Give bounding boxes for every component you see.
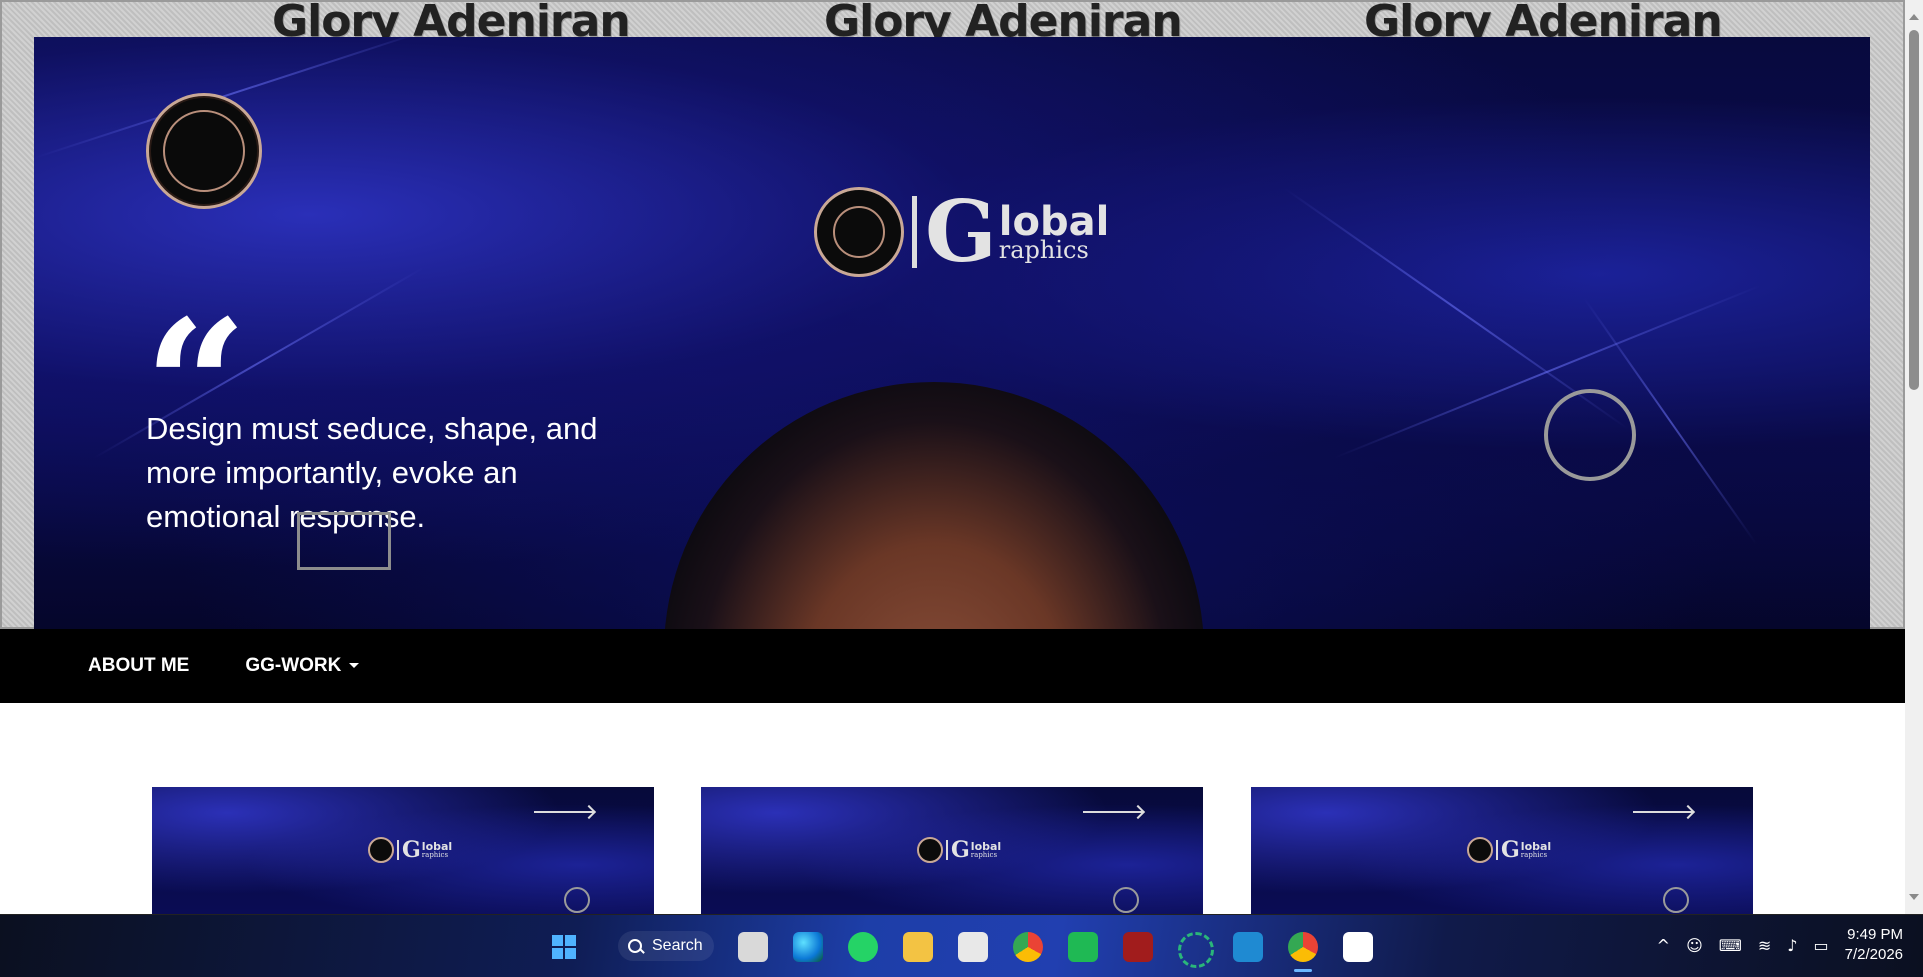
card-brand-bottom: raphics: [1520, 851, 1548, 859]
keyboard-icon[interactable]: ⌨: [1719, 936, 1742, 955]
wifi-icon[interactable]: ≋: [1758, 936, 1771, 955]
arrow-right-icon: [534, 811, 594, 813]
logo-avatar[interactable]: [146, 93, 262, 209]
chrome-profile-icon[interactable]: [1288, 932, 1318, 962]
system-tray: ^ ☺ ⌨ ≋ ♪ ▭ 9:49 PM 7/2/2026: [1657, 925, 1903, 965]
whatsapp-icon[interactable]: [848, 932, 878, 962]
nav-gg-work-label: GG-WORK: [245, 655, 342, 676]
search-icon: [628, 939, 642, 953]
windows-taskbar: Search ^ ☺ ⌨ ≋ ♪ ▭ 9:49 PM 7/2/2026: [0, 914, 1923, 977]
clock-time: 9:49 PM: [1847, 926, 1903, 943]
brand-word-bottom: raphics: [998, 236, 1089, 264]
screen-recorder-icon[interactable]: [1178, 932, 1214, 968]
work-card[interactable]: G lobal raphics: [701, 787, 1203, 914]
brand-letter: G: [925, 182, 997, 281]
card-brand-bottom: raphics: [421, 851, 449, 859]
microsoft-store-icon[interactable]: [958, 932, 988, 962]
clock-date: 7/2/2026: [1844, 946, 1903, 963]
arrow-right-icon: [1633, 811, 1693, 813]
work-card[interactable]: G lobal raphics: [1251, 787, 1753, 914]
card-brand-letter: G: [402, 837, 421, 863]
chrome-icon[interactable]: [1013, 932, 1043, 962]
clock[interactable]: 9:49 PM 7/2/2026: [1845, 925, 1903, 965]
portrait-image: [664, 382, 1204, 629]
global-graphics-logo: G lobal raphics: [814, 187, 1109, 277]
app-a-icon[interactable]: [1343, 932, 1373, 962]
decor-square: [297, 512, 391, 570]
scroll-thumb[interactable]: [1909, 30, 1919, 390]
volume-icon[interactable]: ♪: [1787, 936, 1797, 955]
browser-viewport: Glory Adeniran Glory Adeniran Glory Aden…: [0, 0, 1905, 914]
nav-gg-work[interactable]: GG-WORK: [245, 655, 360, 677]
card-brand-bottom: raphics: [970, 851, 998, 859]
scroll-up-icon[interactable]: [1909, 14, 1919, 20]
arrow-right-icon: [1083, 811, 1143, 813]
card-brand-letter: G: [1501, 837, 1520, 863]
vscode-icon[interactable]: [1233, 932, 1263, 962]
hero-section: G lobal raphics “ Design must seduce, sh…: [34, 37, 1870, 629]
decor-ring: [1544, 389, 1636, 481]
taskbar-search[interactable]: Search: [618, 931, 714, 961]
card-brand-letter: G: [951, 837, 970, 863]
chevron-down-icon: [349, 663, 360, 669]
holy-bible-icon[interactable]: [1123, 932, 1153, 962]
nav-about-me[interactable]: ABOUT ME: [88, 655, 189, 677]
main-navbar: ABOUT ME GG-WORK: [0, 629, 1905, 703]
scroll-down-icon[interactable]: [1909, 894, 1919, 900]
file-explorer-icon[interactable]: [903, 932, 933, 962]
whatsapp-business-icon[interactable]: [1068, 932, 1098, 962]
windows-start-icon[interactable]: [549, 932, 579, 962]
nav-about-me-label: ABOUT ME: [88, 655, 190, 676]
chevron-up-icon[interactable]: ^: [1657, 936, 1670, 955]
notification-icon[interactable]: ☺: [1686, 936, 1703, 955]
active-app-indicator: [1294, 969, 1312, 972]
work-card[interactable]: G lobal raphics: [152, 787, 654, 914]
vertical-scrollbar[interactable]: [1905, 0, 1923, 914]
edge-icon[interactable]: [793, 932, 823, 962]
battery-icon[interactable]: ▭: [1813, 936, 1828, 955]
taskbar-search-label: Search: [652, 937, 703, 954]
task-view-icon[interactable]: [738, 932, 768, 962]
